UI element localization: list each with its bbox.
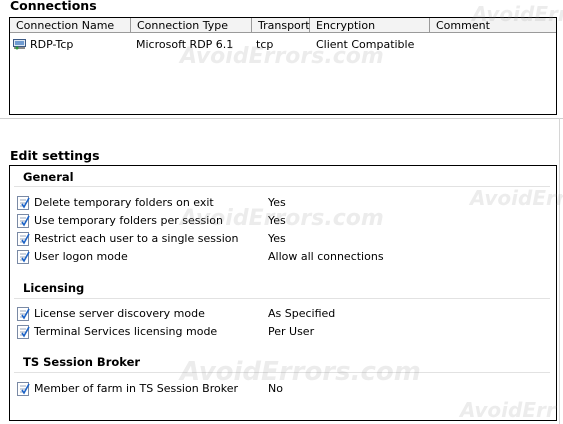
group-divider bbox=[14, 298, 550, 299]
properties-icon bbox=[17, 307, 30, 321]
properties-icon bbox=[17, 214, 30, 228]
setting-row-user-logon-mode[interactable]: User logon mode Allow all connections bbox=[10, 249, 556, 265]
setting-value: Yes bbox=[268, 214, 286, 227]
setting-value: Allow all connections bbox=[268, 250, 384, 263]
setting-row-restrict-single-session[interactable]: Restrict each user to a single session Y… bbox=[10, 231, 556, 247]
setting-label: Member of farm in TS Session Broker bbox=[34, 382, 239, 395]
properties-icon bbox=[17, 232, 30, 246]
setting-row-license-discovery[interactable]: License server discovery mode As Specifi… bbox=[10, 306, 556, 322]
table-row[interactable]: RDP-Tcp Microsoft RDP 6.1 tcp Client Com… bbox=[10, 37, 556, 53]
column-header-encryption[interactable]: Encryption bbox=[310, 18, 430, 33]
connection-encryption: Client Compatible bbox=[316, 38, 415, 51]
group-divider bbox=[14, 372, 550, 373]
setting-value: As Specified bbox=[268, 307, 336, 320]
group-licensing-title: Licensing bbox=[23, 281, 85, 295]
setting-value: Per User bbox=[268, 325, 315, 338]
connection-type: Microsoft RDP 6.1 bbox=[136, 38, 234, 51]
setting-label: License server discovery mode bbox=[34, 307, 205, 320]
group-general-title: General bbox=[23, 170, 74, 184]
setting-value: Yes bbox=[268, 196, 286, 209]
connections-header: Connection Name Connection Type Transpor… bbox=[10, 18, 556, 34]
connection-name: RDP-Tcp bbox=[30, 38, 74, 51]
network-connection-icon bbox=[13, 39, 26, 50]
setting-label: Delete temporary folders on exit bbox=[34, 196, 214, 209]
group-divider bbox=[14, 186, 550, 187]
group-broker-title: TS Session Broker bbox=[23, 355, 141, 369]
connection-transport: tcp bbox=[256, 38, 274, 51]
setting-label: User logon mode bbox=[34, 250, 128, 263]
connections-title: Connections bbox=[10, 0, 97, 13]
setting-row-use-temp-folders[interactable]: Use temporary folders per session Yes bbox=[10, 213, 556, 229]
edit-settings-title: Edit settings bbox=[10, 148, 100, 163]
edit-settings-panel: General Delete temporary folders on exit… bbox=[9, 165, 557, 421]
properties-icon bbox=[17, 325, 30, 339]
setting-label: Terminal Services licensing mode bbox=[34, 325, 218, 338]
column-header-connection-name[interactable]: Connection Name bbox=[10, 18, 131, 33]
properties-icon bbox=[17, 250, 30, 264]
setting-row-farm-member[interactable]: Member of farm in TS Session Broker No bbox=[10, 381, 556, 397]
connections-list[interactable]: Connection Name Connection Type Transpor… bbox=[9, 17, 557, 115]
properties-icon bbox=[17, 196, 30, 210]
setting-label: Use temporary folders per session bbox=[34, 214, 223, 227]
pane-edge bbox=[559, 118, 560, 424]
properties-icon bbox=[17, 382, 30, 396]
setting-label: Restrict each user to a single session bbox=[34, 232, 239, 245]
setting-value: Yes bbox=[268, 232, 286, 245]
column-header-connection-type[interactable]: Connection Type bbox=[131, 18, 252, 33]
setting-row-licensing-mode[interactable]: Terminal Services licensing mode Per Use… bbox=[10, 324, 556, 340]
column-header-comment[interactable]: Comment bbox=[430, 18, 556, 33]
column-header-transport[interactable]: Transport bbox=[252, 18, 310, 33]
setting-value: No bbox=[268, 382, 283, 395]
section-divider bbox=[0, 118, 563, 119]
setting-row-delete-temp-folders[interactable]: Delete temporary folders on exit Yes bbox=[10, 195, 556, 211]
